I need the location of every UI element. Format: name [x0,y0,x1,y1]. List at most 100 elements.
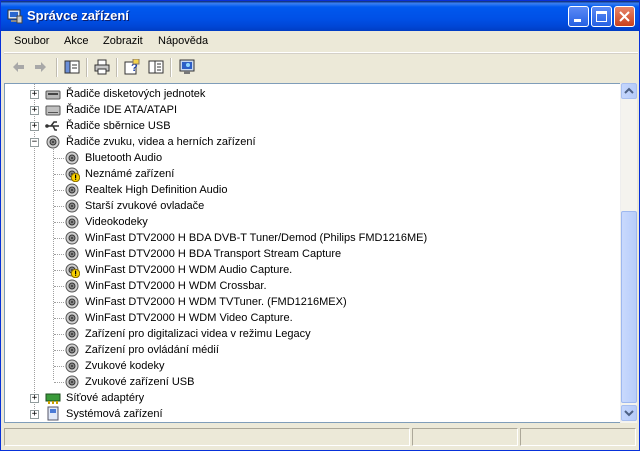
device-item-label: WinFast DTV2000 H WDM TVTuner. (FMD1216M… [85,296,347,308]
tree-node-label: Síťové adaptéry [66,392,145,404]
menu-view[interactable]: Zobrazit [103,35,143,47]
sound-device-icon [65,359,79,373]
device-item[interactable]: Starší zvukové ovladače [5,198,605,214]
sound-device-icon [65,311,79,325]
device-item[interactable]: Zvukové zařízení USB [5,374,605,390]
expand-toggle[interactable]: + [30,394,39,403]
device-item[interactable]: WinFast DTV2000 H WDM Video Capture. [5,310,605,326]
device-item[interactable]: Zvukové kodeky [5,358,605,374]
properties-icon[interactable] [148,59,164,75]
toolbar-separator [56,58,58,77]
tree-guide-line [54,286,64,287]
device-item[interactable]: WinFast DTV2000 H WDM Audio Capture. [5,262,605,278]
device-item-label: Bluetooth Audio [85,152,163,164]
minimize-button[interactable] [568,6,589,27]
device-item-label: WinFast DTV2000 H WDM Audio Capture. [85,264,293,276]
tree-node-network-adapters[interactable]: + Síťové adaptéry [5,390,605,406]
device-item[interactable]: WinFast DTV2000 H WDM TVTuner. (FMD1216M… [5,294,605,310]
device-item-label: Zvukové zařízení USB [85,376,195,388]
sound-device-icon [65,199,79,213]
vertical-scrollbar[interactable] [620,83,637,423]
status-bar [4,425,638,449]
toolbar-separator [170,58,172,77]
tree-node-label: Řadiče zvuku, videa a herních zařízení [66,136,256,148]
device-item[interactable]: Videokodeky [5,214,605,230]
sound-device-warning-icon [65,167,80,182]
print-icon[interactable] [94,59,110,75]
menu-file[interactable]: Soubor [14,35,49,47]
expand-toggle[interactable]: + [30,410,39,419]
sound-device-warning-icon [65,263,80,278]
scan-hardware-icon[interactable] [179,59,195,75]
device-item-label: WinFast DTV2000 H BDA DVB-T Tuner/Demod … [85,232,428,244]
device-item[interactable]: WinFast DTV2000 H WDM Crossbar. [5,278,605,294]
expand-toggle[interactable]: + [30,90,39,99]
tree-node-label: Řadiče IDE ATA/ATAPI [66,104,178,116]
sound-device-icon [65,279,79,293]
device-manager-window: Správce zařízení Soubor Akce Zobrazit Ná… [0,0,640,451]
device-item-label: WinFast DTV2000 H WDM Crossbar. [85,280,267,292]
tree-node-floppy-controllers[interactable]: + Řadiče disketových jednotek [5,86,605,102]
tree-node-sound-video-game[interactable]: − Řadiče zvuku, videa a herních zařízení [5,134,605,150]
status-panel [520,428,636,446]
sound-device-icon [65,327,79,341]
show-hide-console-tree-icon[interactable] [64,59,80,75]
menu-action[interactable]: Akce [64,35,88,47]
device-item[interactable]: Zařízení pro digitalizaci videa v režimu… [5,326,605,342]
tree-guide-line [54,238,64,239]
tree-node-label: Systémová zařízení [66,408,163,420]
floppy-controller-icon [45,90,61,100]
scroll-up-button[interactable] [621,83,637,99]
device-item[interactable]: WinFast DTV2000 H BDA DVB-T Tuner/Demod … [5,230,605,246]
status-panel [4,428,410,446]
tree-guide-line [54,382,64,383]
device-item-label: Videokodeky [85,216,148,228]
scroll-down-button[interactable] [621,405,637,421]
sound-device-icon [65,215,79,229]
close-button[interactable] [614,6,635,27]
tree-guide-line [54,270,64,271]
device-item-label: WinFast DTV2000 H BDA Transport Stream C… [85,248,342,260]
help-icon[interactable]: ? [124,59,140,75]
tree-guide-line [54,190,64,191]
device-item[interactable]: WinFast DTV2000 H BDA Transport Stream C… [5,246,605,262]
device-item-label: Zařízení pro ovládání médií [85,344,219,356]
device-item[interactable]: Neznámé zařízení [5,166,605,182]
scroll-thumb[interactable] [621,211,637,403]
tree-guide-line [54,318,64,319]
device-item-label: Zvukové kodeky [85,360,165,372]
sound-device-icon [46,135,60,149]
minimize-icon [574,19,581,22]
device-item-label: Zařízení pro digitalizaci videa v režimu… [85,328,311,340]
sound-device-icon [65,343,79,357]
maximize-button[interactable] [591,6,612,27]
chevron-up-icon [624,87,634,94]
device-item[interactable]: Bluetooth Audio [5,150,605,166]
menu-bar: Soubor Akce Zobrazit Nápověda [4,31,638,53]
tree-guide-line [54,366,64,367]
collapse-toggle[interactable]: − [30,138,39,147]
device-item[interactable]: Zařízení pro ovládání médií [5,342,605,358]
forward-arrow-icon[interactable] [33,59,49,75]
tree-guide-line [54,254,64,255]
device-item-label: Neznámé zařízení [85,168,175,180]
device-item[interactable]: Realtek High Definition Audio [5,182,605,198]
device-tree[interactable]: + Řadiče disketových jednotek + Řadiče I… [4,83,621,423]
network-adapter-icon [45,393,61,404]
menu-help[interactable]: Nápověda [158,35,208,47]
title-bar[interactable]: Správce zařízení [1,1,639,31]
window-title: Správce zařízení [27,8,129,23]
usb-icon [45,121,59,131]
tree-node-usb-controllers[interactable]: + Řadiče sběrnice USB [5,118,605,134]
system-device-icon [47,406,59,421]
toolbar: ? [4,53,638,81]
sound-device-icon [65,151,79,165]
ide-controller-icon [45,105,61,116]
tree-node-ide-controllers[interactable]: + Řadiče IDE ATA/ATAPI [5,102,605,118]
toolbar-separator [86,58,88,77]
expand-toggle[interactable]: + [30,122,39,131]
back-arrow-icon[interactable] [10,59,26,75]
sound-device-icon [65,375,79,389]
expand-toggle[interactable]: + [30,106,39,115]
tree-node-system-devices[interactable]: + Systémová zařízení [5,406,605,422]
